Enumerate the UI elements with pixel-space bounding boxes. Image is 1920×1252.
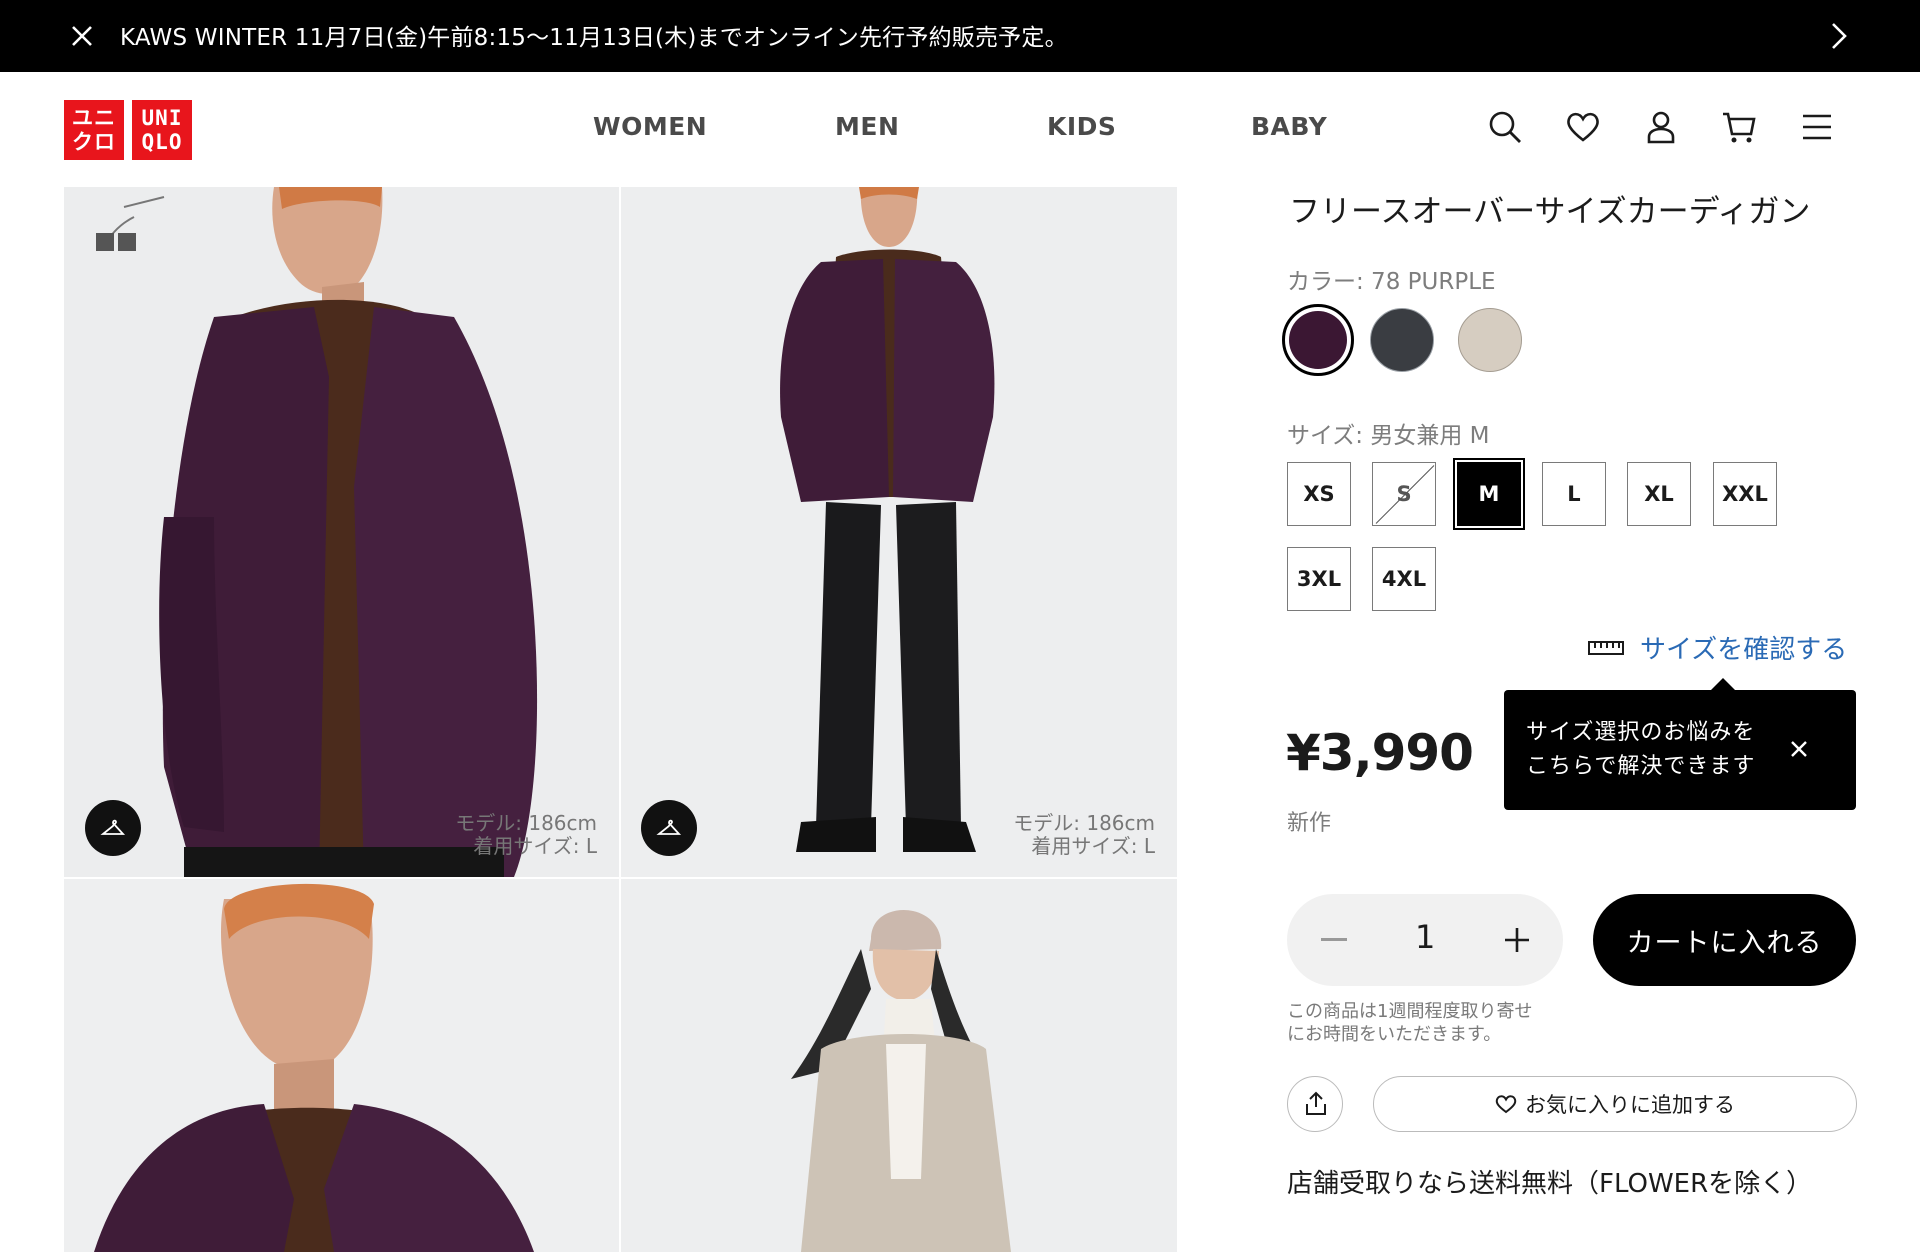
site-header: ユニ クロ UNI QLO WOMEN MEN KIDS BABY bbox=[0, 72, 1920, 187]
size-button-xxl[interactable]: XXL bbox=[1713, 462, 1777, 526]
quantity-value[interactable]: 1 bbox=[1415, 918, 1435, 956]
heart-icon[interactable] bbox=[1564, 108, 1602, 146]
nav-baby[interactable]: BABY bbox=[1251, 112, 1327, 141]
order-note: この商品は1週間程度取り寄せ にお時間をいただきます。 bbox=[1287, 1001, 1533, 1045]
uniqlo-logo[interactable]: ユニ クロ UNI QLO bbox=[64, 100, 192, 160]
add-to-favorites-button[interactable]: お気に入りに追加する bbox=[1373, 1076, 1857, 1132]
size-label: サイズ: 男女兼用 M bbox=[1287, 423, 1490, 449]
color-swatch-beige[interactable] bbox=[1458, 308, 1522, 372]
product-photo-1[interactable]: モデル: 186cm 着用サイズ: L bbox=[64, 187, 619, 877]
account-icon[interactable] bbox=[1642, 108, 1680, 146]
try-on-button[interactable] bbox=[641, 800, 697, 856]
size-button-xl[interactable]: XL bbox=[1627, 462, 1691, 526]
model-closeup-image bbox=[64, 187, 619, 877]
add-to-cart-button[interactable]: カートに入れる bbox=[1593, 894, 1856, 986]
new-badge: 新作 bbox=[1287, 811, 1332, 836]
search-icon[interactable] bbox=[1486, 108, 1524, 146]
nav-men[interactable]: MEN bbox=[835, 112, 899, 141]
ruler-icon bbox=[1588, 641, 1624, 655]
size-check-link[interactable]: サイズを確認する bbox=[1640, 629, 1847, 666]
chevron-right-icon[interactable] bbox=[1822, 16, 1856, 56]
color-label: カラー: 78 PURPLE bbox=[1287, 269, 1496, 295]
product-gallery: モデル: 186cm 着用サイズ: L モデル: 186cm 着用サイズ: L bbox=[64, 187, 1177, 1252]
promo-message[interactable]: KAWS WINTER 11月7日(金)午前8:15～11月13日(木)までオン… bbox=[120, 18, 1068, 52]
nav-women[interactable]: WOMEN bbox=[593, 112, 707, 141]
color-swatch-gray[interactable] bbox=[1370, 308, 1434, 372]
model-fullbody-image bbox=[621, 187, 1177, 877]
hanger-icon bbox=[100, 819, 126, 835]
product-photo-2[interactable]: モデル: 186cm 着用サイズ: L bbox=[621, 187, 1177, 877]
share-button[interactable] bbox=[1287, 1076, 1343, 1132]
close-icon[interactable] bbox=[1784, 734, 1814, 764]
model-beige-image bbox=[621, 879, 1177, 1252]
model-portrait-image bbox=[64, 879, 619, 1252]
size-button-xs[interactable]: XS bbox=[1287, 462, 1351, 526]
nav-kids[interactable]: KIDS bbox=[1047, 112, 1116, 141]
try-on-button[interactable] bbox=[85, 800, 141, 856]
minus-icon[interactable] bbox=[1321, 938, 1347, 941]
plus-icon[interactable] bbox=[1503, 926, 1531, 954]
promo-bar: KAWS WINTER 11月7日(金)午前8:15～11月13日(木)までオン… bbox=[0, 0, 1920, 72]
close-icon[interactable] bbox=[66, 20, 98, 52]
quantity-stepper: 1 bbox=[1287, 894, 1563, 986]
size-button-l[interactable]: L bbox=[1542, 462, 1606, 526]
hanger-icon bbox=[656, 819, 682, 835]
product-photo-4[interactable] bbox=[621, 879, 1177, 1252]
size-tooltip: サイズ選択のお悩みを こちらで解決できます bbox=[1504, 678, 1856, 810]
price: ¥3,990 bbox=[1286, 724, 1474, 782]
heart-icon bbox=[1495, 1095, 1517, 1114]
size-button-m[interactable]: M bbox=[1453, 458, 1525, 530]
menu-icon[interactable] bbox=[1798, 108, 1836, 146]
model-note-2: モデル: 186cm 着用サイズ: L bbox=[1013, 811, 1155, 858]
cart-icon[interactable] bbox=[1720, 108, 1758, 146]
pickup-note: 店舗受取りなら送料無料（FLOWERを除く） bbox=[1287, 1169, 1813, 1199]
model-note-1: モデル: 186cm 着用サイズ: L bbox=[455, 811, 597, 858]
product-photo-3[interactable] bbox=[64, 879, 619, 1252]
size-button-3xl[interactable]: 3XL bbox=[1287, 547, 1351, 611]
product-title: フリースオーバーサイズカーディガン bbox=[1289, 194, 1811, 230]
color-swatch-purple[interactable] bbox=[1282, 304, 1354, 376]
share-icon bbox=[1306, 1091, 1326, 1115]
size-button-s[interactable]: S bbox=[1372, 462, 1436, 526]
size-button-4xl[interactable]: 4XL bbox=[1372, 547, 1436, 611]
